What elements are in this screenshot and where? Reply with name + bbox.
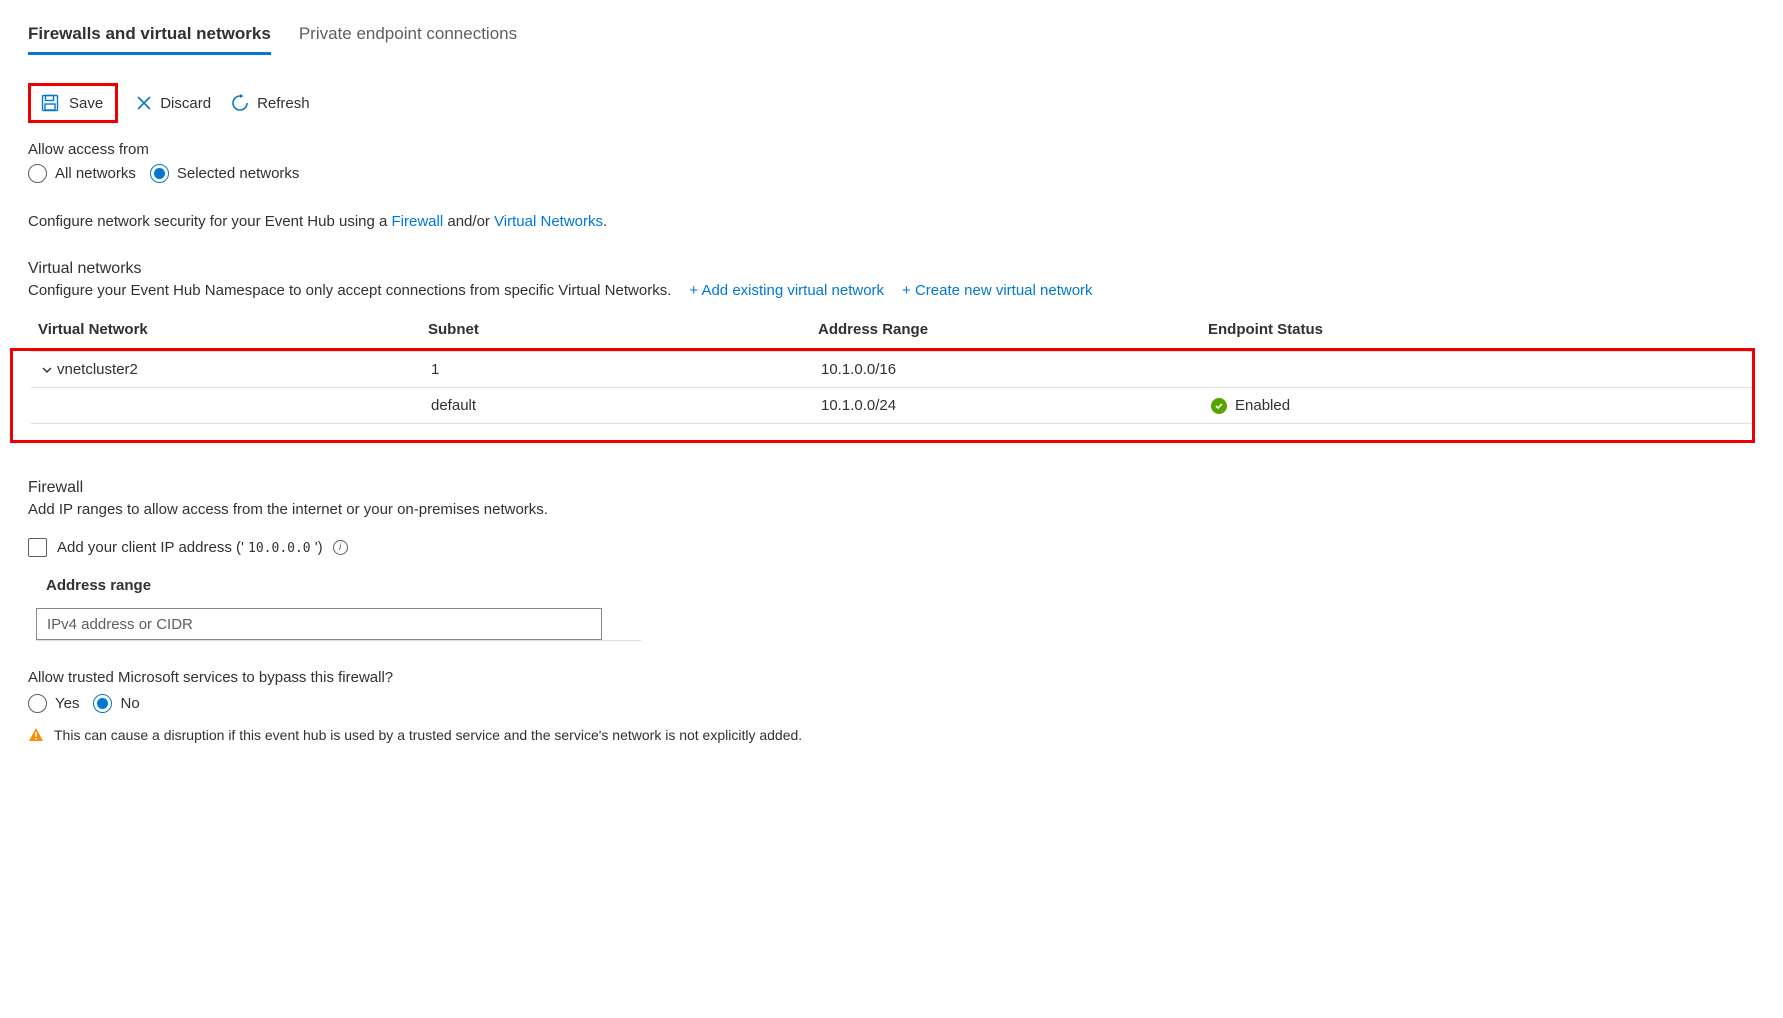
- col-endpoint-status: Endpoint Status: [1208, 321, 1745, 338]
- trusted-warning-text: This can cause a disruption if this even…: [54, 727, 802, 743]
- col-subnet: Subnet: [428, 321, 818, 338]
- radio-icon: [93, 694, 112, 713]
- check-icon: [1211, 398, 1227, 414]
- radio-selected-networks-label: Selected networks: [177, 165, 300, 182]
- trusted-radio-group: Yes No: [28, 694, 1755, 713]
- address-range-input[interactable]: [36, 608, 602, 640]
- col-address-range: Address Range: [818, 321, 1208, 338]
- vnet-subnet: 1: [431, 361, 821, 378]
- table-row[interactable]: default 10.1.0.0/24 Enabled: [31, 387, 1752, 424]
- info-icon[interactable]: i: [333, 540, 348, 555]
- refresh-label: Refresh: [257, 95, 310, 112]
- chevron-down-icon[interactable]: [41, 364, 53, 376]
- save-button[interactable]: Save: [69, 95, 103, 112]
- allow-access-label: Allow access from: [28, 141, 1755, 158]
- discard-button[interactable]: Discard: [134, 91, 213, 116]
- radio-icon: [150, 164, 169, 183]
- vnet-subnet: default: [431, 397, 821, 414]
- add-client-ip-checkbox[interactable]: [28, 538, 47, 557]
- trusted-warning: This can cause a disruption if this even…: [28, 727, 1755, 743]
- tab-bar: Firewalls and virtual networks Private e…: [28, 24, 1755, 55]
- firewall-section-title: Firewall: [28, 479, 1755, 497]
- radio-yes-label: Yes: [55, 695, 79, 712]
- discard-label: Discard: [160, 95, 211, 112]
- radio-trusted-yes[interactable]: Yes: [28, 694, 79, 713]
- allow-access-radio-group: All networks Selected networks: [28, 164, 1755, 183]
- table-row[interactable]: vnetcluster2 1 10.1.0.0/16: [31, 351, 1752, 387]
- toolbar: Save Discard Refresh: [28, 83, 1755, 123]
- radio-no-label: No: [120, 695, 139, 712]
- radio-icon: [28, 164, 47, 183]
- vnet-range: 10.1.0.0/24: [821, 397, 1211, 414]
- firewall-link[interactable]: Firewall: [392, 213, 444, 230]
- vnet-table-header: Virtual Network Subnet Address Range End…: [28, 311, 1755, 348]
- radio-trusted-no[interactable]: No: [93, 694, 139, 713]
- tab-private-endpoints[interactable]: Private endpoint connections: [299, 24, 517, 55]
- close-icon: [136, 95, 152, 111]
- vnet-description: Configure your Event Hub Namespace to on…: [28, 282, 671, 299]
- vnet-section-title: Virtual networks: [28, 260, 1755, 278]
- save-button-highlight: Save: [28, 83, 118, 123]
- warning-icon: [28, 727, 44, 743]
- save-icon: [41, 94, 59, 112]
- add-client-ip-label: Add your client IP address (' 10.0.0.0 '…: [57, 539, 323, 556]
- radio-icon: [28, 694, 47, 713]
- vnet-table: Virtual Network Subnet Address Range End…: [28, 311, 1755, 443]
- add-existing-vnet-link[interactable]: + Add existing virtual network: [689, 282, 884, 299]
- radio-all-networks-label: All networks: [55, 165, 136, 182]
- vnet-table-highlight: vnetcluster2 1 10.1.0.0/16 default 10.1.…: [10, 348, 1755, 443]
- add-client-ip-row: Add your client IP address (' 10.0.0.0 '…: [28, 538, 1755, 557]
- vnet-range: 10.1.0.0/16: [821, 361, 1211, 378]
- vnet-name: vnetcluster2: [57, 361, 138, 378]
- tab-firewalls[interactable]: Firewalls and virtual networks: [28, 24, 271, 55]
- refresh-button[interactable]: Refresh: [229, 90, 312, 116]
- configure-description: Configure network security for your Even…: [28, 213, 1755, 230]
- address-range-label: Address range: [46, 577, 1755, 594]
- vnet-status: Enabled: [1235, 397, 1290, 414]
- col-virtual-network: Virtual Network: [38, 321, 428, 338]
- virtual-networks-link[interactable]: Virtual Networks: [494, 213, 603, 230]
- vnet-actions-row: Configure your Event Hub Namespace to on…: [28, 282, 1755, 299]
- radio-selected-networks[interactable]: Selected networks: [150, 164, 300, 183]
- radio-all-networks[interactable]: All networks: [28, 164, 136, 183]
- trusted-services-label: Allow trusted Microsoft services to bypa…: [28, 669, 1755, 686]
- firewall-description: Add IP ranges to allow access from the i…: [28, 501, 1755, 518]
- refresh-icon: [231, 94, 249, 112]
- create-new-vnet-link[interactable]: + Create new virtual network: [902, 282, 1093, 299]
